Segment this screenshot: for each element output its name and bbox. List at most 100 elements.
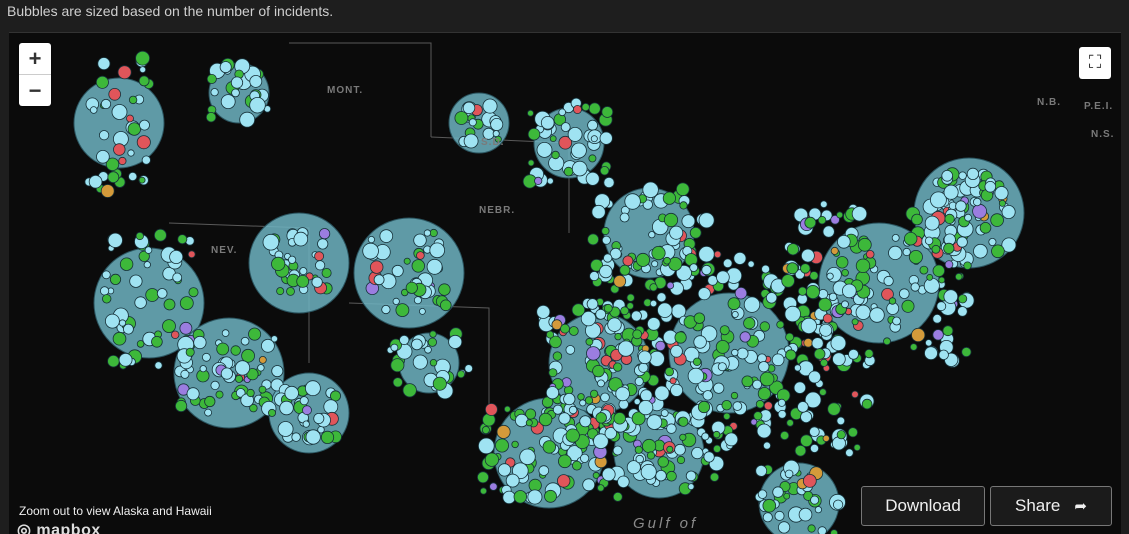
incident-bubble [220,94,236,109]
incident-bubble [505,473,520,488]
incident-bubble [646,414,663,430]
incident-bubble [681,214,696,229]
incident-bubble [563,392,576,406]
incident-bubble [513,490,528,504]
fullscreen-button[interactable]: ⛶ [1079,47,1111,79]
zoom-out-button[interactable]: − [19,74,51,106]
incident-bubble [546,330,555,339]
incident-bubble [830,246,839,255]
incident-bubble [105,313,120,329]
incident-bubble [299,267,308,276]
incident-bubble [588,102,601,115]
incident-bubble [568,405,578,415]
incident-bubble [801,248,815,263]
incident-bubble [932,329,944,341]
incident-bubble [248,327,262,341]
incident-bubble [536,142,553,158]
incident-bubble [262,233,280,251]
incident-bubble [938,276,946,284]
incident-bubble [734,287,748,300]
incident-bubble [817,288,829,300]
incident-bubble [201,352,211,362]
incident-bubble [612,445,623,456]
incident-bubble [693,312,706,324]
incident-bubble [595,308,607,320]
incident-bubble [557,454,572,469]
incident-bubble [637,350,652,365]
incident-bubble [284,385,299,401]
incident-bubble [586,346,601,361]
incident-bubble [172,272,183,283]
incident-bubble [759,371,775,387]
incident-bubble [136,135,151,150]
incident-bubble [118,352,133,367]
incident-bubble [762,512,773,523]
incident-bubble [424,345,432,354]
incident-bubble [741,375,754,388]
incident-bubble [923,277,940,294]
incident-bubble [542,440,557,454]
incident-bubble [814,506,823,514]
download-button[interactable]: Download [861,486,985,526]
incident-bubble [429,359,438,367]
incident-bubble [206,74,217,85]
incident-bubble [527,159,535,167]
incident-bubble [494,438,509,453]
incident-bubble-map[interactable]: MONT. S.D. NEBR. NEV. N.B. P.E.I. N.S. +… [9,32,1121,534]
incident-bubble [898,288,910,300]
incident-bubble [210,380,220,390]
incident-bubble [619,264,631,276]
incident-bubble [943,289,959,304]
incident-bubble [362,242,379,260]
incident-bubble [669,377,677,385]
incident-bubble [911,327,926,343]
incident-bubble [587,119,598,131]
incident-bubble [286,286,295,296]
incident-bubble [804,216,817,229]
incident-bubble [590,135,598,143]
incident-bubble [591,204,606,220]
incident-bubble [727,297,741,311]
incident-bubble [759,321,771,332]
incident-bubble [765,292,778,304]
incident-bubble [390,358,405,373]
incident-bubble [931,244,941,254]
incident-bubble [853,443,861,452]
incident-bubble [579,399,587,407]
incident-bubble [463,133,479,149]
incident-bubble [581,103,590,112]
incident-bubble [321,267,332,278]
incident-bubble [199,365,207,373]
incident-bubble [636,252,651,267]
incident-bubble [736,347,749,360]
incident-bubble [302,405,312,416]
incident-bubble [560,122,571,132]
incident-bubble [761,264,770,274]
incident-bubble [646,317,661,331]
incident-bubble [432,376,447,391]
incident-bubble [783,492,791,500]
incident-bubble [538,465,550,476]
incident-bubble [701,432,710,441]
map-canvas[interactable] [9,33,1121,534]
incident-bubble [320,430,335,444]
incident-bubble [318,228,331,240]
incident-bubble [979,222,992,234]
incident-bubble [97,57,111,71]
zoom-in-button[interactable]: + [19,43,51,74]
incident-bubble [557,474,571,488]
share-button[interactable]: Share ➦ [990,486,1112,526]
incident-bubble [904,231,918,246]
incident-bubble [600,392,610,403]
incident-bubble [697,400,711,414]
incident-bubble [902,247,911,257]
incident-bubble [715,339,730,354]
incident-bubble [851,390,859,399]
share-label: Share [1015,496,1061,515]
incident-bubble [314,260,326,271]
incident-bubble [311,276,323,288]
incident-bubble [758,361,770,373]
incident-bubble [402,383,417,398]
incident-bubble [808,370,821,384]
incident-bubble [128,171,138,182]
